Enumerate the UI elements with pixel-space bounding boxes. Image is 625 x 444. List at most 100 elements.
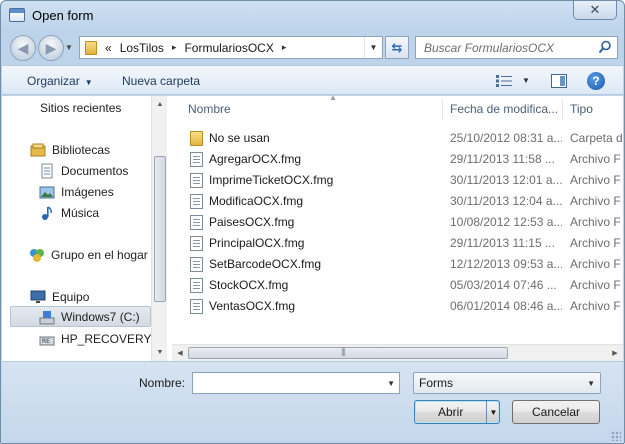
file-name: VentasOCX.fmg (209, 299, 296, 313)
drive-icon: RE (39, 336, 55, 345)
close-button[interactable]: ✕ (573, 1, 617, 20)
chevron-down-icon[interactable]: ▼ (387, 379, 395, 388)
breadcrumb-overflow[interactable]: « (105, 41, 112, 55)
search-icon[interactable] (598, 40, 612, 54)
command-bar: Organizar ▼ Nueva carpeta ▼ ? (2, 65, 623, 95)
scroll-up-icon[interactable]: ▲ (152, 96, 167, 112)
file-name-input[interactable]: ▼ (192, 372, 400, 394)
document-icon (190, 278, 203, 293)
documents-icon (41, 163, 53, 178)
cancel-button[interactable]: Cancelar (512, 400, 600, 424)
column-name-label: Nombre (188, 102, 231, 116)
column-divider[interactable] (562, 98, 563, 120)
file-name: SetBarcodeOCX.fmg (209, 257, 322, 271)
nav-item-computer[interactable]: Equipo (30, 286, 167, 307)
scrollbar-thumb[interactable] (154, 156, 166, 302)
nav-item-label: Bibliotecas (52, 142, 111, 157)
file-date: 10/08/2012 12:53 a... (450, 215, 562, 229)
column-header-date[interactable]: Fecha de modifica... (450, 96, 560, 122)
column-date-label: Fecha de modifica... (450, 102, 559, 116)
file-date: 30/11/2013 12:01 a... (450, 173, 562, 187)
homegroup-icon (30, 248, 44, 262)
file-row[interactable]: VentasOCX.fmg 06/01/2014 08:46 a... Arch… (168, 296, 623, 317)
views-dropdown-icon[interactable]: ▼ (522, 76, 530, 85)
search-box[interactable]: Buscar FormulariosOCX (415, 36, 618, 59)
file-row[interactable]: PrincipalOCX.fmg 29/11/2013 11:15 ... Ar… (168, 233, 623, 254)
navigation-pane: Sitios recientes Bibliotecas Documentos … (2, 96, 167, 361)
resize-grip[interactable] (611, 431, 621, 441)
new-folder-button[interactable]: Nueva carpeta (122, 74, 200, 88)
file-row[interactable]: ModificaOCX.fmg 30/11/2013 12:04 a... Ar… (168, 191, 623, 212)
document-icon (190, 257, 203, 272)
nav-item-music[interactable]: Música (39, 202, 167, 223)
nav-item-recent-places[interactable]: Sitios recientes (40, 97, 167, 118)
breadcrumb-lostilos[interactable]: LosTilos (120, 41, 164, 55)
nav-pane-scrollbar[interactable]: ▲ ▼ (151, 96, 167, 361)
column-divider[interactable] (442, 98, 443, 120)
search-placeholder: Buscar FormulariosOCX (424, 40, 555, 55)
document-icon (190, 194, 203, 209)
scroll-right-icon[interactable]: ▶ (607, 345, 623, 361)
file-row-folder[interactable]: No se usan 25/10/2012 08:31 a... Carpeta… (168, 128, 623, 149)
window-title: Open form (32, 8, 94, 23)
scroll-left-icon[interactable]: ◀ (172, 345, 188, 361)
file-type-filter-value: Forms (419, 376, 453, 390)
nav-item-hp-recovery-drive[interactable]: RE HP_RECOVERY (D (39, 328, 167, 349)
nav-item-pictures[interactable]: Imágenes (39, 181, 167, 202)
file-type: Archivo F (570, 173, 621, 187)
preview-pane-icon[interactable] (551, 74, 567, 88)
file-date: 12/12/2013 09:53 a... (450, 257, 562, 271)
column-header-name[interactable]: ▲ Nombre (188, 93, 442, 122)
file-type: Archivo F (570, 194, 621, 208)
horizontal-scrollbar[interactable]: ◀ ▶ (172, 344, 623, 361)
organize-label: Organizar (27, 74, 80, 88)
address-dropdown-icon[interactable]: ▼ (364, 37, 382, 58)
views-icon[interactable] (496, 75, 512, 87)
back-arrow-icon: ◀ (17, 39, 29, 56)
recent-locations-dropdown-icon[interactable]: ▼ (65, 43, 73, 52)
title-bar[interactable]: Open form ✕ (1, 1, 624, 31)
nav-item-label: Música (61, 205, 100, 220)
drive-icon (39, 310, 55, 324)
computer-icon (30, 290, 46, 303)
nav-item-label: Grupo en el hogar (51, 247, 148, 262)
open-options-dropdown-icon[interactable]: ▼ (486, 401, 500, 423)
forward-button[interactable]: ▶ (38, 35, 64, 61)
file-type: Archivo F (570, 152, 621, 166)
scrollbar-thumb[interactable] (188, 346, 508, 359)
column-type-label: Tipo (570, 102, 593, 116)
file-name: StockOCX.fmg (209, 278, 289, 292)
nav-item-libraries[interactable]: Bibliotecas (30, 139, 167, 160)
breadcrumb-separator-icon[interactable]: ▸ (282, 42, 287, 53)
file-name: ModificaOCX.fmg (209, 194, 304, 208)
nav-item-windows7-drive[interactable]: Windows7 (C:) (10, 306, 151, 327)
organize-menu[interactable]: Organizar ▼ (27, 74, 93, 88)
help-icon[interactable]: ? (587, 72, 605, 90)
libraries-icon (30, 143, 46, 156)
file-row[interactable]: SetBarcodeOCX.fmg 12/12/2013 09:53 a... … (168, 254, 623, 275)
window-icon (9, 8, 25, 22)
file-row[interactable]: ImprimeTicketOCX.fmg 30/11/2013 12:01 a.… (168, 170, 623, 191)
refresh-icon: ⇆ (391, 39, 403, 55)
file-row[interactable]: StockOCX.fmg 05/03/2014 07:46 ... Archiv… (168, 275, 623, 296)
chevron-down-icon: ▼ (84, 78, 93, 87)
nav-item-homegroup[interactable]: Grupo en el hogar (29, 244, 167, 265)
file-row[interactable]: PaisesOCX.fmg 10/08/2012 12:53 a... Arch… (168, 212, 623, 233)
file-name: No se usan (209, 131, 270, 145)
file-row[interactable]: AgregarOCX.fmg 29/11/2013 11:58 ... Arch… (168, 149, 623, 170)
document-icon (190, 299, 203, 314)
chevron-down-icon: ▼ (587, 379, 595, 388)
back-button[interactable]: ◀ (10, 35, 36, 61)
address-bar[interactable]: « LosTilos ▸ FormulariosOCX ▸ ▼ (79, 36, 383, 59)
file-type-filter[interactable]: Forms ▼ (413, 372, 601, 394)
nav-item-documents[interactable]: Documentos (39, 160, 167, 181)
nav-item-label: Windows7 (C:) (61, 309, 140, 324)
open-button[interactable]: Abrir ▼ (414, 400, 500, 424)
breadcrumb-formulariosocx[interactable]: FormulariosOCX (184, 41, 273, 55)
refresh-button[interactable]: ⇆ (385, 36, 409, 59)
file-type: Archivo F (570, 299, 621, 313)
open-button-label: Abrir (438, 405, 464, 419)
column-header-type[interactable]: Tipo (570, 96, 623, 122)
scroll-down-icon[interactable]: ▼ (152, 344, 167, 360)
breadcrumb-separator-icon[interactable]: ▸ (172, 42, 177, 53)
